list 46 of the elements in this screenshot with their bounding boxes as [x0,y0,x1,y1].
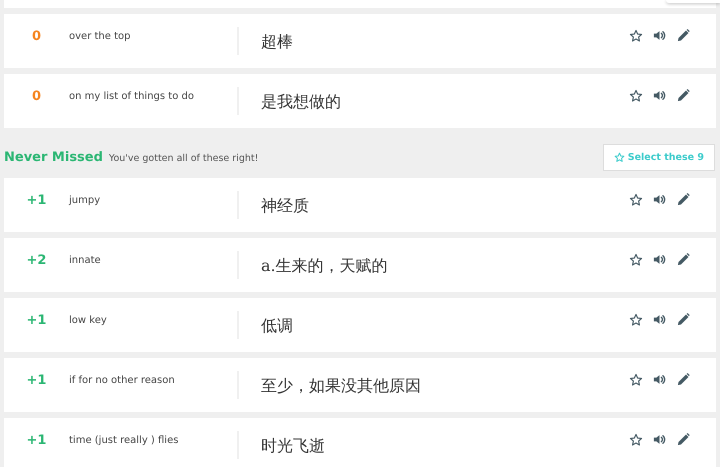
term-text: over the top [69,30,132,42]
score-label: +1 [26,192,48,208]
speaker-icon[interactable] [652,372,667,387]
score-label: 0 [30,88,42,104]
pencil-icon[interactable] [676,88,691,103]
star-icon[interactable] [629,312,643,326]
select-button[interactable]: Select these 9 [602,144,715,171]
speaker-icon[interactable] [652,28,667,43]
star-icon[interactable] [629,28,643,42]
speaker-icon[interactable] [652,192,667,207]
star-icon[interactable] [629,88,643,102]
score-label: 0 [30,28,42,44]
speaker-icon[interactable] [652,252,667,267]
definition-text: 是我想做的 [260,91,342,113]
speaker-icon[interactable] [652,432,667,447]
definition-text: 超棒 [260,31,294,53]
term-text: innate [69,254,102,266]
star-icon[interactable] [629,432,643,446]
section-subtitle: You've gotten all of these right! [108,153,258,164]
term-text: time (just really ) flies [69,434,180,446]
term-text: if for no other reason [69,374,176,386]
pencil-icon[interactable] [676,28,691,43]
score-label: +1 [26,432,48,448]
term-text: low key [69,314,108,326]
score-label: +2 [26,252,48,268]
score-label: +1 [26,312,48,328]
pencil-icon[interactable] [676,192,691,207]
star-icon[interactable] [629,252,643,266]
pencil-icon[interactable] [676,432,691,447]
definition-text: a.生来的，天赋的 [260,255,389,277]
term-text: on my list of things to do [69,90,195,102]
section-title: Never Missed [4,150,103,165]
speaker-icon[interactable] [652,88,667,103]
star-icon[interactable] [614,152,625,163]
pencil-icon[interactable] [676,372,691,387]
star-icon[interactable] [629,372,643,386]
definition-text: 低调 [260,315,294,337]
term-text: jumpy [69,194,102,206]
speaker-icon[interactable] [652,312,667,327]
definition-text: 神经质 [260,195,310,217]
score-label: +1 [26,372,48,388]
definition-text: 至少，如果没其他原因 [260,375,422,397]
star-icon[interactable] [629,192,643,206]
definition-text: 时光飞逝 [260,435,326,457]
pencil-icon[interactable] [676,312,691,327]
pencil-icon[interactable] [676,252,691,267]
